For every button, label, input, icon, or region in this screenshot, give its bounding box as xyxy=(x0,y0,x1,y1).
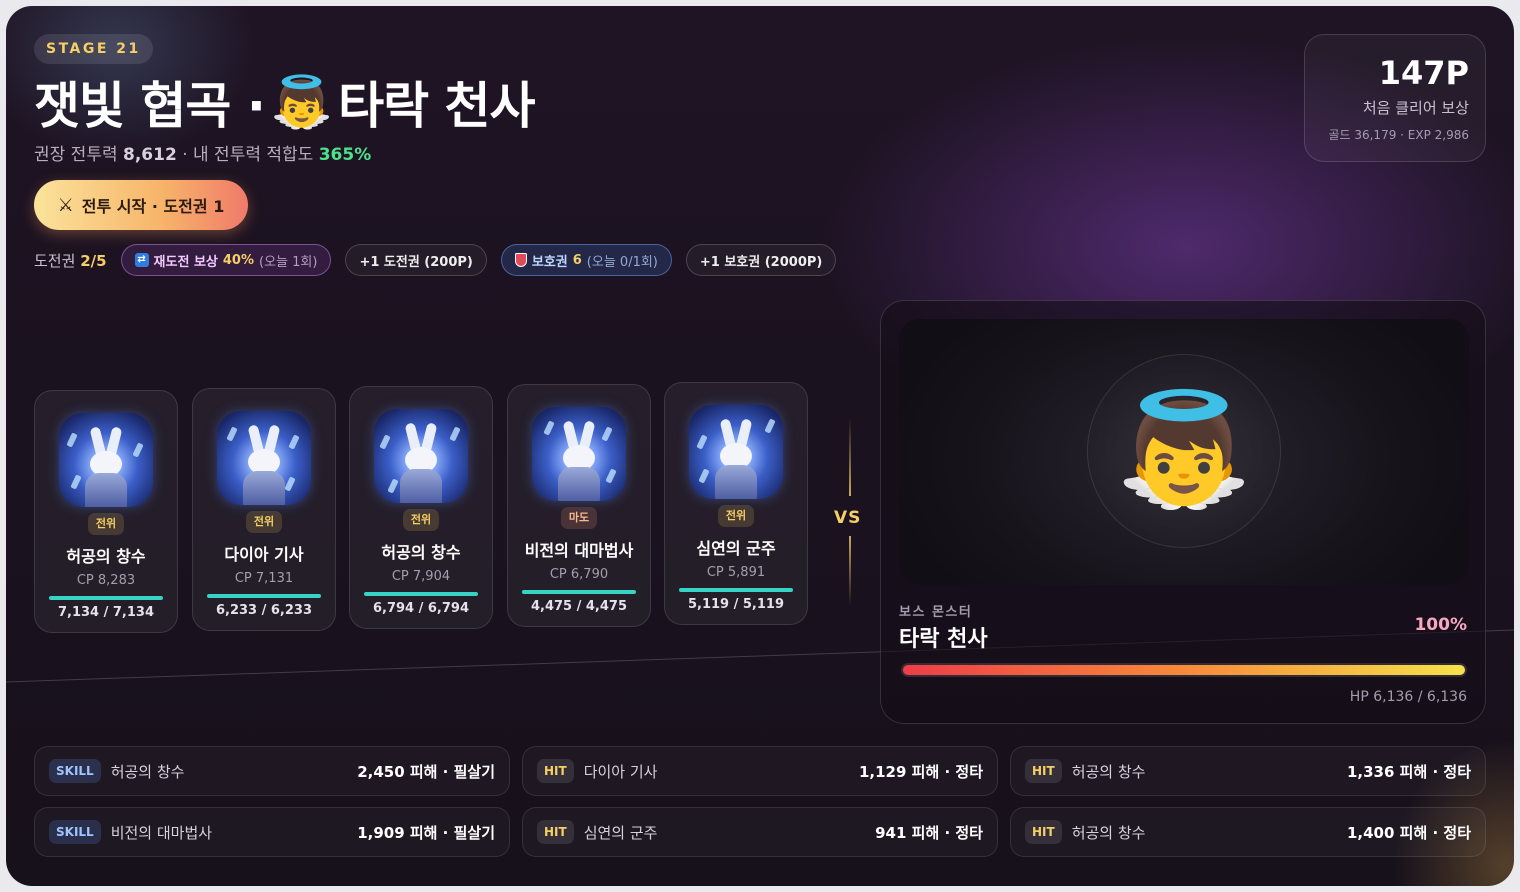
power-summary: 권장 전투력 8,612 · 내 전투력 적합도 365% xyxy=(34,140,371,165)
stage-badge: STAGE 21 xyxy=(34,34,153,64)
hero-hp: 5,119 / 5,119 xyxy=(687,597,785,612)
log-damage: 1,400 피해 · 정타 xyxy=(1346,823,1471,842)
log-actor: 허공의 창수 xyxy=(110,762,185,781)
retry-icon: ⇄ xyxy=(134,253,149,267)
hero-hp-bar xyxy=(207,594,321,598)
log-actor: 다이아 기사 xyxy=(583,762,658,781)
log-damage: 941 피해 · 정타 xyxy=(875,823,983,842)
boss-hp-fill xyxy=(903,665,1465,675)
ticket-count: 도전권 2/5 xyxy=(34,251,107,270)
reward-points: 147P xyxy=(1378,54,1469,92)
hero-name: 비전의 대마법사 xyxy=(524,541,634,560)
log-tag: HIT xyxy=(537,759,574,783)
log-entry: SKILL 허공의 창수 2,450 피해 · 필살기 xyxy=(34,746,510,796)
log-entry: HIT 허공의 창수 1,336 피해 · 정타 xyxy=(1010,746,1486,796)
fit-value: 365% xyxy=(318,145,372,165)
rec-power-value: 8,612 xyxy=(123,145,177,165)
hero-portrait xyxy=(532,407,626,501)
hero-portrait xyxy=(689,405,783,499)
hero-hp-bar xyxy=(364,592,478,596)
hero-portrait xyxy=(374,409,468,503)
log-actor: 심연의 군주 xyxy=(583,823,658,842)
log-tag: HIT xyxy=(1025,759,1062,783)
vs-divider-top xyxy=(849,418,851,496)
log-entry: SKILL 비전의 대마법사 1,909 피해 · 필살기 xyxy=(34,807,510,857)
guard-chip[interactable]: 보호권 6 (오늘 0/1회) xyxy=(500,244,672,276)
log-tag: HIT xyxy=(537,820,574,844)
title-boss: 타락 천사 xyxy=(338,77,535,135)
hero-hp-bar xyxy=(49,596,163,600)
fit-label: · 내 전투력 적합도 xyxy=(182,145,314,165)
boss-kicker: 보스 몬스터 xyxy=(899,605,973,620)
angel-icon: 👼 xyxy=(1115,385,1253,513)
hero-name: 심연의 군주 xyxy=(696,539,776,558)
role-badge: 마도 xyxy=(560,507,598,529)
log-entry: HIT 다이아 기사 1,129 피해 · 정타 xyxy=(522,746,998,796)
angel-icon: 👼 xyxy=(270,72,333,131)
hero-cp: CP 7,904 xyxy=(391,569,451,584)
crossed-swords-icon: ⚔ xyxy=(57,194,74,216)
hero-cp: CP 7,131 xyxy=(234,571,294,586)
boss-panel[interactable]: 👼 보스 몬스터 타락 천사 100% HP 6,136 / 6,136 xyxy=(880,300,1486,724)
buy-guard-button[interactable]: +1 보호권 (2000P) xyxy=(685,244,837,276)
hero-hp: 7,134 / 7,134 xyxy=(57,605,155,620)
log-actor: 비전의 대마법사 xyxy=(110,823,213,842)
log-tag: HIT xyxy=(1025,820,1062,844)
buy-ticket-button[interactable]: +1 도전권 (200P) xyxy=(345,244,487,276)
log-entry: HIT 심연의 군주 941 피해 · 정타 xyxy=(522,807,998,857)
party-card[interactable]: 전위 심연의 군주 CP 5,891 5,119 / 5,119 xyxy=(664,382,808,625)
role-badge: 전위 xyxy=(87,513,125,535)
ticket-row: 도전권 2/5 ⇄ 재도전 보상 40% (오늘 1회) +1 도전권 (200… xyxy=(34,244,850,276)
hero-cp: CP 5,891 xyxy=(706,565,766,580)
hero-hp: 4,475 / 4,475 xyxy=(530,599,628,614)
rec-power-label: 권장 전투력 xyxy=(34,145,118,165)
log-damage: 1,909 피해 · 필살기 xyxy=(357,823,495,842)
boss-hp-text: HP 6,136 / 6,136 xyxy=(1349,689,1467,705)
hero-hp: 6,794 / 6,794 xyxy=(372,601,470,616)
page-title: 잿빛 협곡 · 👼 타락 천사 xyxy=(34,68,536,136)
boss-hp-percent: 100% xyxy=(1414,615,1467,635)
hero-portrait xyxy=(217,411,311,505)
hero-cp: CP 8,283 xyxy=(76,573,136,588)
shield-icon xyxy=(514,253,527,267)
party-card[interactable]: 전위 허공의 창수 CP 8,283 7,134 / 7,134 xyxy=(34,390,178,633)
reward-label: 처음 클리어 보상 xyxy=(1362,99,1469,117)
log-damage: 1,336 피해 · 정타 xyxy=(1346,762,1471,781)
log-entry: HIT 허공의 창수 1,400 피해 · 정타 xyxy=(1010,807,1486,857)
log-damage: 1,129 피해 · 정타 xyxy=(858,762,983,781)
party-card[interactable]: 마도 비전의 대마법사 CP 6,790 4,475 / 4,475 xyxy=(507,384,651,627)
log-tag: SKILL xyxy=(49,759,101,783)
start-battle-button[interactable]: ⚔ 전투 시작 · 도전권 1 xyxy=(34,180,248,230)
vs-divider-bottom xyxy=(849,536,851,606)
role-badge: 전위 xyxy=(717,505,755,527)
role-badge: 전위 xyxy=(245,511,283,533)
party-card[interactable]: 전위 허공의 창수 CP 7,904 6,794 / 6,794 xyxy=(349,386,493,629)
hero-cp: CP 6,790 xyxy=(549,567,609,582)
title-location: 잿빛 협곡 · xyxy=(34,77,266,135)
first-clear-reward: 147P 처음 클리어 보상 골드 36,179 · EXP 2,986 xyxy=(1304,34,1486,162)
log-damage: 2,450 피해 · 필살기 xyxy=(357,762,495,781)
retry-reward-chip[interactable]: ⇄ 재도전 보상 40% (오늘 1회) xyxy=(120,244,332,276)
boss-name: 타락 천사 xyxy=(899,627,988,652)
party-card[interactable]: 전위 다이아 기사 CP 7,131 6,233 / 6,233 xyxy=(192,388,336,631)
stage-panel: STAGE 21 잿빛 협곡 · 👼 타락 천사 권장 전투력 8,612 · … xyxy=(6,6,1514,886)
log-actor: 허공의 창수 xyxy=(1071,823,1146,842)
role-badge: 전위 xyxy=(402,509,440,531)
hero-name: 다이아 기사 xyxy=(224,545,304,564)
hero-name: 허공의 창수 xyxy=(381,543,461,562)
boss-hp-bar xyxy=(901,663,1467,677)
log-tag: SKILL xyxy=(49,820,101,844)
hero-hp: 6,233 / 6,233 xyxy=(215,603,313,618)
reward-detail: 골드 36,179 · EXP 2,986 xyxy=(1328,128,1469,142)
log-actor: 허공의 창수 xyxy=(1071,762,1146,781)
hero-name: 허공의 창수 xyxy=(66,547,146,566)
hero-portrait xyxy=(59,413,153,507)
boss-portrait: 👼 xyxy=(899,319,1469,585)
start-battle-label: 전투 시작 · 도전권 1 xyxy=(81,197,225,216)
hero-hp-bar xyxy=(522,590,636,594)
hero-hp-bar xyxy=(679,588,793,592)
vs-label: VS xyxy=(834,508,862,528)
